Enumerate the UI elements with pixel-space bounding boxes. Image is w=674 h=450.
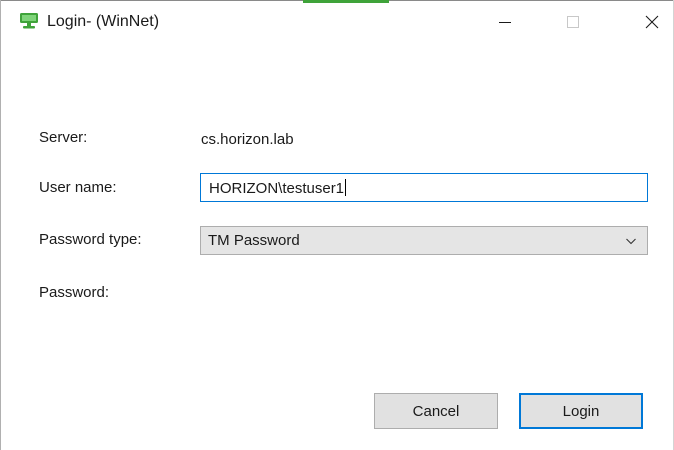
chevron-down-icon [626, 238, 636, 245]
title-bar[interactable]: Login- (WinNet) [1, 1, 673, 43]
minimize-button[interactable] [482, 2, 528, 42]
password-type-value: TM Password [208, 232, 300, 249]
password-label: Password: [39, 284, 110, 301]
password-type-dropdown[interactable]: TM Password [200, 226, 648, 255]
login-button[interactable]: Login [519, 393, 643, 429]
cancel-button[interactable]: Cancel [374, 393, 498, 429]
monitor-icon [20, 13, 38, 29]
close-button[interactable] [629, 2, 674, 42]
minimize-icon [499, 22, 511, 23]
server-label: Server: [39, 129, 88, 146]
password-type-label: Password type: [39, 231, 142, 248]
window-left-border [0, 0, 1, 450]
username-input[interactable]: HORIZON\testuser1 [200, 173, 648, 202]
username-label: User name: [39, 179, 117, 196]
close-icon [645, 15, 659, 29]
maximize-icon [567, 16, 579, 28]
server-value: cs.horizon.lab [201, 131, 294, 148]
username-value: HORIZON\testuser1 [209, 180, 345, 197]
username-input-text: HORIZON\testuser1 [209, 179, 347, 197]
maximize-button[interactable] [550, 2, 596, 42]
login-dialog: Login- (WinNet) Server: cs.horizon.lab U… [0, 0, 674, 450]
text-caret [345, 179, 347, 196]
window-title: Login- (WinNet) [47, 13, 160, 30]
